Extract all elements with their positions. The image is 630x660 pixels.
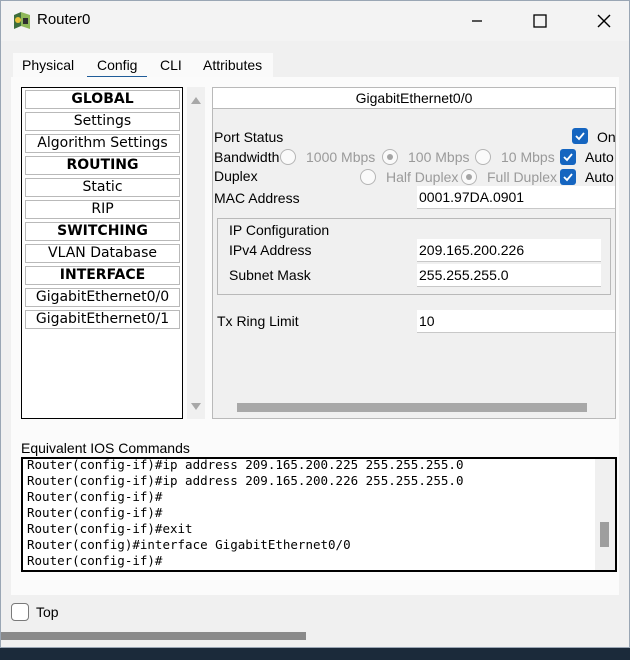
ip-configuration-group: IP Configuration IPv4 Address 209.165.20… [217,218,611,295]
interface-title: GigabitEthernet0/0 [213,88,615,109]
scroll-down-icon[interactable] [191,403,201,410]
close-icon [597,14,611,28]
tx-ring-limit-label: Tx Ring Limit [217,313,299,329]
subnet-mask-field[interactable]: 255.255.255.0 [417,264,601,287]
check-icon [563,153,573,162]
check-icon [563,173,573,182]
sidebar-item-static[interactable]: Static [25,178,180,197]
panel-horizontal-scrollbar[interactable] [237,403,587,412]
top-checkbox[interactable] [11,603,29,621]
bandwidth-1000-radio[interactable] [280,149,296,165]
ipv4-address-field[interactable]: 209.165.200.226 [417,239,601,262]
duplex-label: Duplex [214,168,258,184]
config-sidebar: GLOBAL Settings Algorithm Settings ROUTI… [21,87,183,419]
sidebar-header-global: GLOBAL [25,90,180,109]
bandwidth-100-radio[interactable] [382,149,398,165]
ios-line: Router(config-if)#ip address 209.165.200… [27,473,464,488]
sidebar-header-switching: SWITCHING [25,222,180,241]
full-duplex-label: Full Duplex [487,169,558,185]
window-horizontal-scrollbar[interactable] [1,632,306,640]
maximize-button[interactable] [520,5,560,37]
sidebar-item-vlan-database[interactable]: VLAN Database [25,244,180,263]
bandwidth-auto-checkbox[interactable] [560,149,576,165]
top-label: Top [36,604,59,620]
mac-address-label: MAC Address [214,190,300,206]
bandwidth-label: Bandwidth [214,149,280,165]
router-window: Router0 Physical Config CLI Attributes G… [0,0,630,648]
router-app-icon [14,12,30,29]
bandwidth-10-radio[interactable] [475,149,491,165]
sidebar-item-settings[interactable]: Settings [25,112,180,131]
close-button[interactable] [584,5,624,37]
ip-configuration-title: IP Configuration [229,222,330,238]
window-title: Router0 [37,11,91,28]
mac-address-field[interactable]: 0001.97DA.0901 [417,186,615,209]
sidebar-item-gigabitethernet0-1[interactable]: GigabitEthernet0/1 [25,310,180,329]
bandwidth-10-label: 10 Mbps [501,149,555,165]
bandwidth-auto-label: Auto [585,149,614,165]
console-scroll-thumb[interactable] [600,522,609,547]
port-status-label: Port Status [214,129,284,145]
subnet-mask-label: Subnet Mask [229,267,311,283]
sidebar-item-algorithm-settings[interactable]: Algorithm Settings [25,134,180,153]
console-scrollbar[interactable] [595,459,615,570]
tab-bar: Physical Config CLI Attributes [13,53,273,79]
ios-line: Router(config-if)# [27,489,163,504]
duplex-auto-label: Auto [585,169,614,185]
minimize-button[interactable] [457,5,497,37]
taskbar [0,648,630,660]
ios-line: Router(config-if)# [27,553,163,568]
port-status-on-label: On [597,129,616,145]
title-bar[interactable]: Router0 [1,1,629,41]
ipv4-address-label: IPv4 Address [229,242,312,258]
check-icon [575,132,585,141]
config-content: GLOBAL Settings Algorithm Settings ROUTI… [11,77,619,595]
duplex-auto-checkbox[interactable] [560,169,576,185]
ios-line: Router(config)#interface GigabitEthernet… [27,537,351,552]
ios-commands-label: Equivalent IOS Commands [21,440,190,456]
maximize-icon [533,14,547,28]
sidebar-header-routing: ROUTING [25,156,180,175]
tab-cli[interactable]: CLI [160,57,182,73]
full-duplex-radio[interactable] [461,169,477,185]
sidebar-item-gigabitethernet0-0[interactable]: GigabitEthernet0/0 [25,288,180,307]
ios-line: Router(config-if)# [27,505,163,520]
half-duplex-label: Half Duplex [386,169,459,185]
half-duplex-radio[interactable] [360,169,376,185]
tab-config[interactable]: Config [86,57,149,79]
sidebar-scrollbar[interactable] [187,87,205,419]
scroll-up-icon[interactable] [191,97,201,104]
bandwidth-100-label: 100 Mbps [408,149,470,165]
minimize-icon [472,20,482,22]
ios-commands-console[interactable]: Router(config-if)#ip address 209.165.200… [21,457,617,572]
interface-panel: GigabitEthernet0/0 Port Status On Bandwi… [212,87,616,419]
port-status-checkbox[interactable] [572,128,588,144]
sidebar-header-interface: INTERFACE [25,266,180,285]
sidebar-item-rip[interactable]: RIP [25,200,180,219]
bandwidth-1000-label: 1000 Mbps [306,149,376,165]
ios-line: Router(config-if)#ip address 209.165.200… [27,457,464,472]
tab-attributes[interactable]: Attributes [203,57,262,73]
tab-physical[interactable]: Physical [22,57,74,73]
ios-line: Router(config-if)#exit [27,521,193,536]
tx-ring-limit-field[interactable]: 10 [417,310,615,333]
